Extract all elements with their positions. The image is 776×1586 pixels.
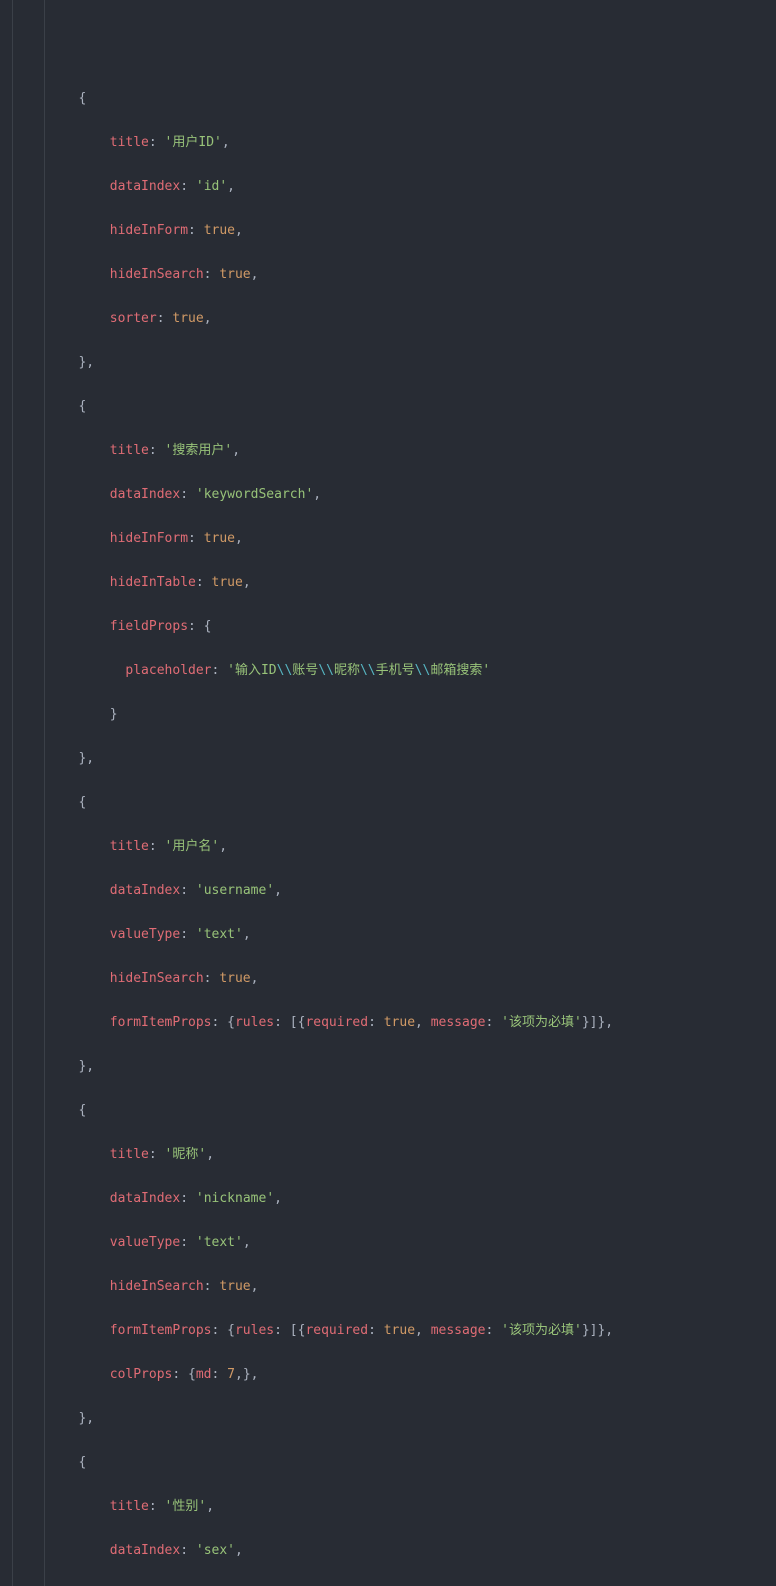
code-line: formItemProps: {rules: [{required: true,… <box>8 1320 776 1342</box>
code-editor[interactable]: { title: '用户ID', dataIndex: 'id', hideIn… <box>0 0 776 1586</box>
code-line: { <box>8 792 776 814</box>
code-line: sorter: true, <box>8 308 776 330</box>
code-line: title: '搜索用户', <box>8 440 776 462</box>
code-line: hideInSearch: true, <box>8 1276 776 1298</box>
code-line: dataIndex: 'nickname', <box>8 1188 776 1210</box>
code-line: { <box>8 1452 776 1474</box>
code-line: placeholder: '输入ID\\账号\\昵称\\手机号\\邮箱搜索' <box>8 660 776 682</box>
code-line: title: '用户ID', <box>8 132 776 154</box>
code-line: dataIndex: 'keywordSearch', <box>8 484 776 506</box>
code-line: }, <box>8 1056 776 1078</box>
code-line: title: '性别', <box>8 1496 776 1518</box>
code-line: colProps: {md: 7,}, <box>8 1364 776 1386</box>
code-line: valueType: 'text', <box>8 924 776 946</box>
code-content[interactable]: { title: '用户ID', dataIndex: 'id', hideIn… <box>0 0 776 1586</box>
code-line: title: '昵称', <box>8 1144 776 1166</box>
code-line: }, <box>8 748 776 770</box>
code-line: }, <box>8 1408 776 1430</box>
code-line: } <box>8 704 776 726</box>
code-line: valueType: 'text', <box>8 1232 776 1254</box>
code-line: hideInSearch: true, <box>8 968 776 990</box>
code-line: title: '用户名', <box>8 836 776 858</box>
code-line: hideInForm: true, <box>8 220 776 242</box>
code-line: { <box>8 1100 776 1122</box>
code-line: valueType: 'radio', <box>8 1584 776 1586</box>
code-line: dataIndex: 'sex', <box>8 1540 776 1562</box>
code-line: dataIndex: 'id', <box>8 176 776 198</box>
code-lines: { title: '用户ID', dataIndex: 'id', hideIn… <box>8 66 776 1586</box>
code-line: fieldProps: { <box>8 616 776 638</box>
code-line: hideInForm: true, <box>8 528 776 550</box>
code-line: dataIndex: 'username', <box>8 880 776 902</box>
code-line: { <box>8 88 776 110</box>
code-line: { <box>8 396 776 418</box>
code-line: hideInTable: true, <box>8 572 776 594</box>
code-line: hideInSearch: true, <box>8 264 776 286</box>
code-line: formItemProps: {rules: [{required: true,… <box>8 1012 776 1034</box>
code-line: }, <box>8 352 776 374</box>
